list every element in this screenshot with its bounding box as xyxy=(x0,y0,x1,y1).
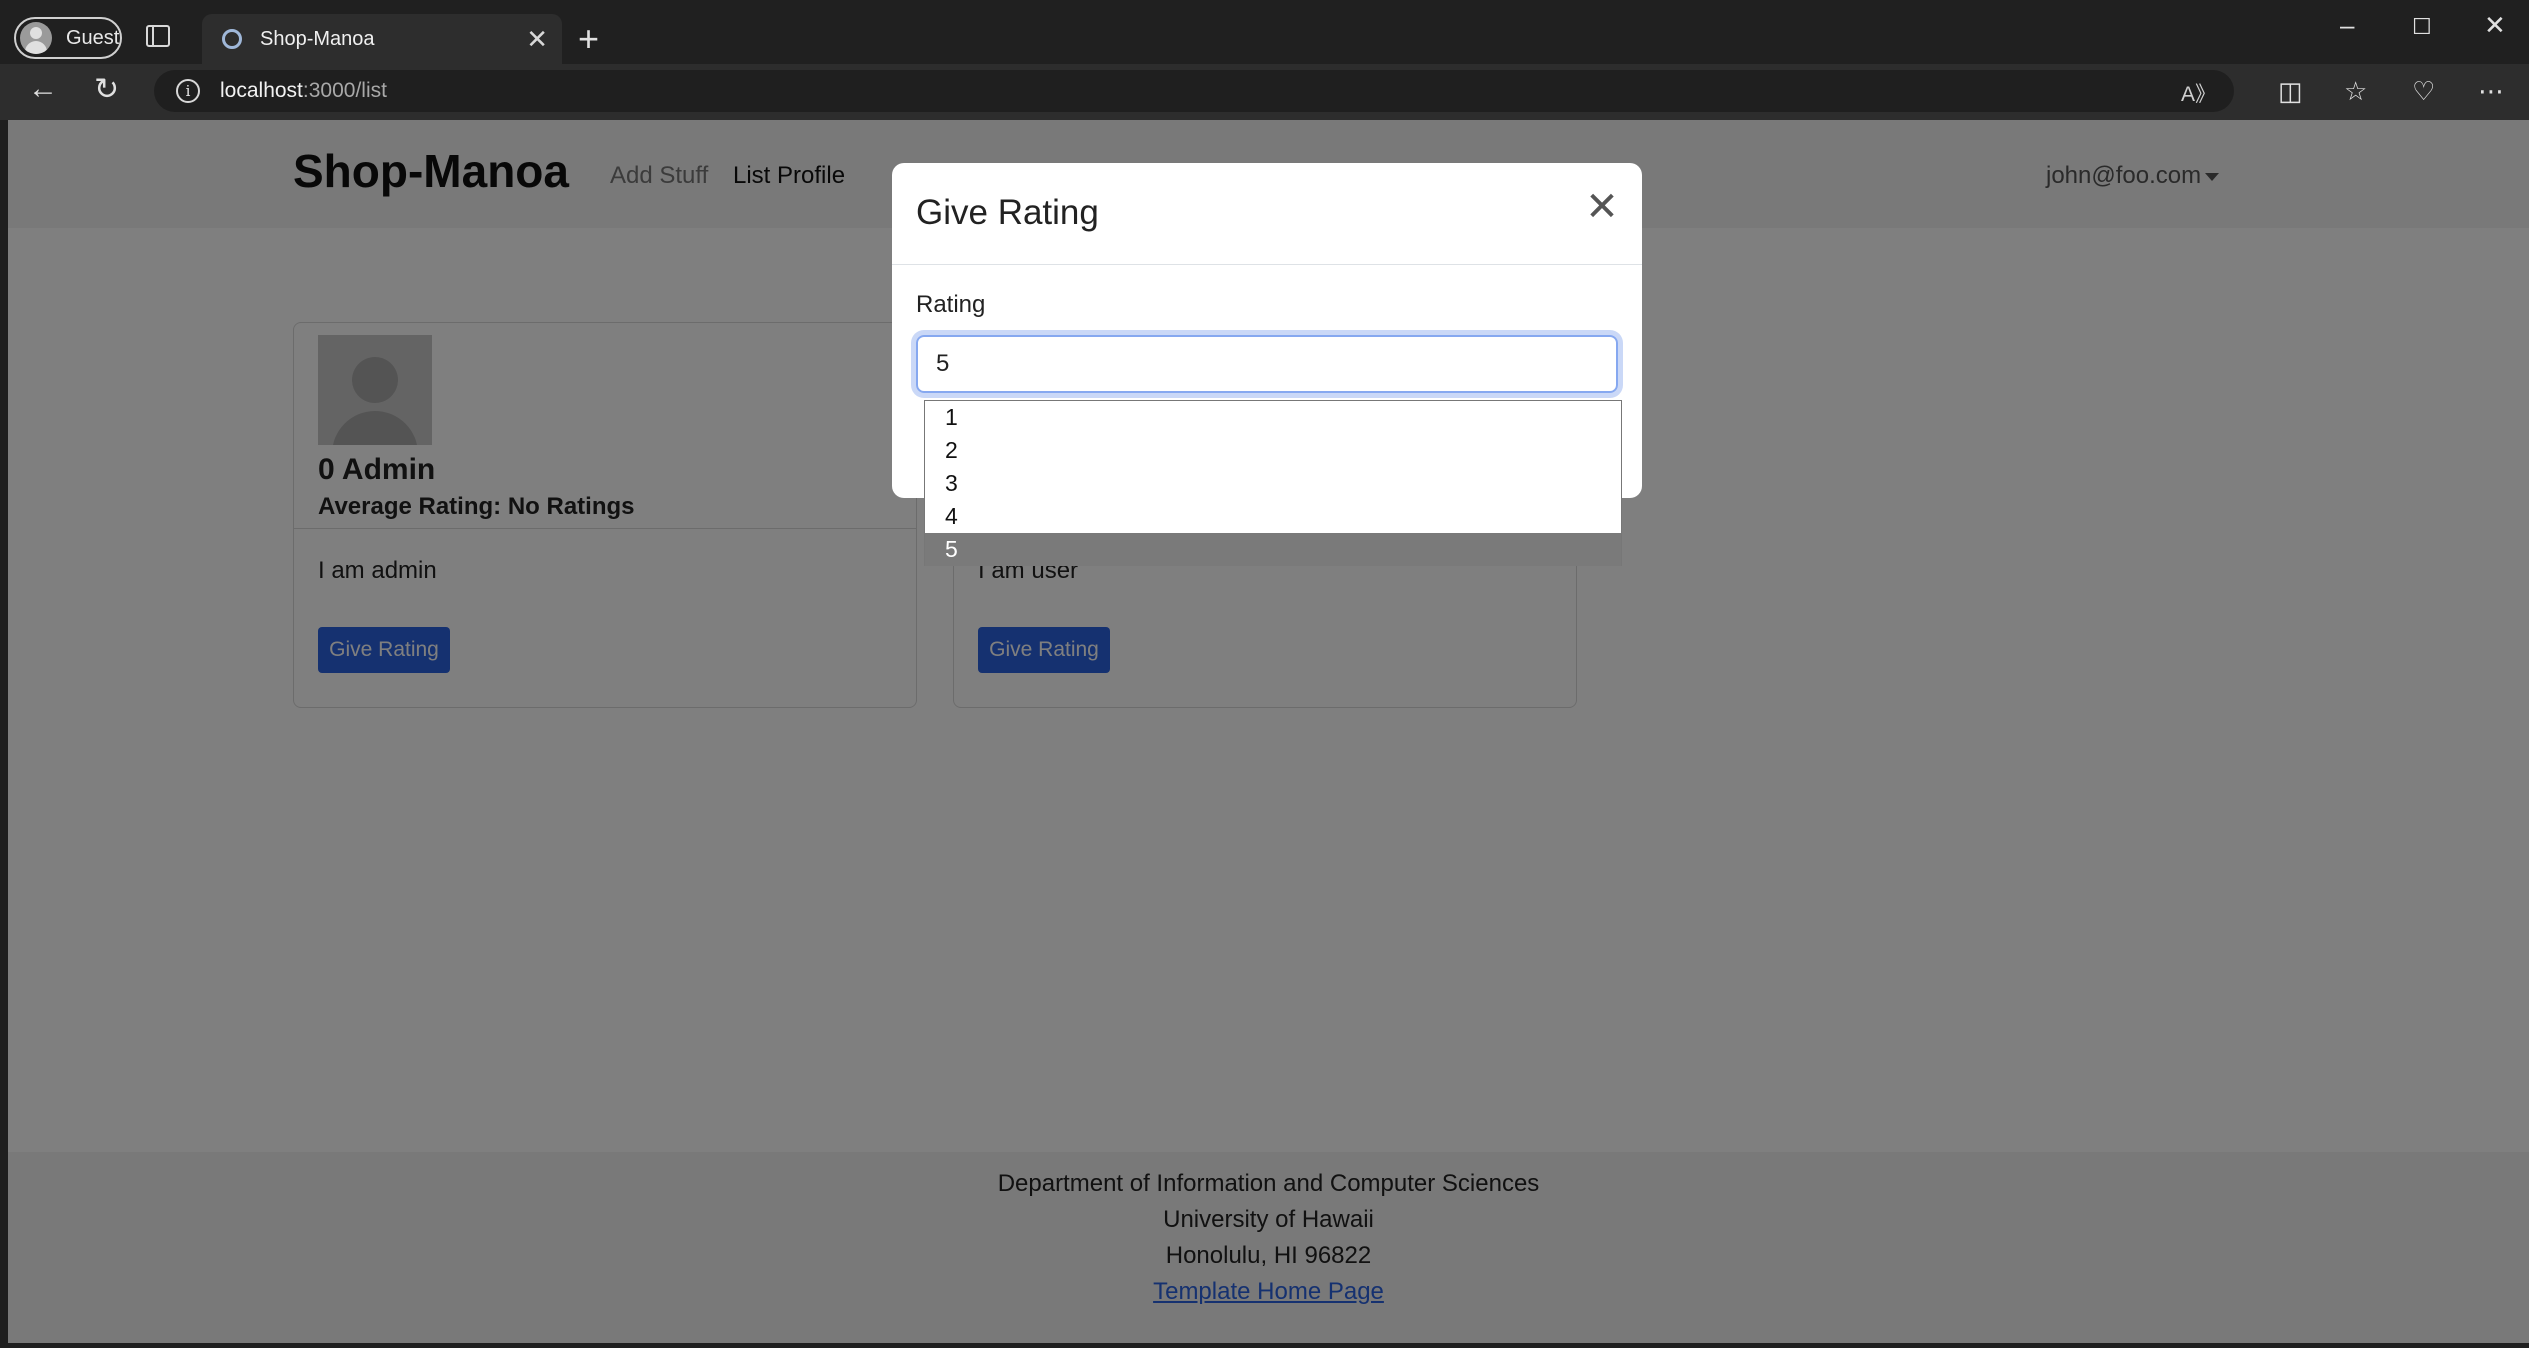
rating-option[interactable]: 1 xyxy=(925,401,1621,434)
favicon-icon xyxy=(222,29,242,49)
read-aloud-icon[interactable]: A》 xyxy=(2181,78,2216,108)
new-tab-icon[interactable]: + xyxy=(578,18,599,60)
split-screen-icon[interactable]: ◫ xyxy=(2278,76,2303,107)
profile-avatar-icon xyxy=(20,22,52,54)
page-viewport: Shop-Manoa Add Stuff List Profile john@f… xyxy=(8,120,2529,1343)
rating-option[interactable]: 2 xyxy=(925,434,1621,467)
rating-select[interactable]: 5 xyxy=(916,335,1618,393)
favorites-icon[interactable]: ☆ xyxy=(2344,76,2367,107)
url-field[interactable]: i localhost:3000/list A》 xyxy=(154,70,2234,112)
close-icon[interactable]: ✕ xyxy=(1580,187,1624,231)
profile-label: Guest xyxy=(66,26,120,49)
rating-option-selected[interactable]: 5 xyxy=(925,533,1621,566)
window-close-icon[interactable]: ✕ xyxy=(2484,10,2506,41)
address-bar: ← ↻ i localhost:3000/list A》 ◫ ☆ ♡ ⋯ xyxy=(0,64,2529,120)
rating-label: Rating xyxy=(916,291,986,318)
back-icon[interactable]: ← xyxy=(28,72,58,106)
more-menu-icon[interactable]: ⋯ xyxy=(2478,76,2504,107)
refresh-icon[interactable]: ↻ xyxy=(94,72,119,107)
url-host: localhost xyxy=(220,79,303,102)
profile-button[interactable]: Guest xyxy=(14,17,122,59)
tab-actions-icon[interactable] xyxy=(146,25,170,47)
rating-option[interactable]: 4 xyxy=(925,500,1621,533)
rating-option[interactable]: 3 xyxy=(925,467,1621,500)
browser-essentials-icon[interactable]: ♡ xyxy=(2412,76,2435,107)
rating-options-list: 1 2 3 4 5 xyxy=(924,400,1622,566)
site-info-icon[interactable]: i xyxy=(176,79,200,103)
browser-tab-bar: Guest Shop-Manoa ✕ + – ☐ ✕ xyxy=(0,0,2529,64)
maximize-icon[interactable]: ☐ xyxy=(2412,14,2432,40)
minimize-icon[interactable]: – xyxy=(2340,10,2354,41)
tab-close-icon[interactable]: ✕ xyxy=(526,24,548,55)
modal-title: Give Rating xyxy=(916,193,1099,232)
tab-title: Shop-Manoa xyxy=(260,27,375,50)
modal-header: Give Rating ✕ xyxy=(892,163,1642,265)
tab-shop-manoa[interactable]: Shop-Manoa ✕ xyxy=(202,14,562,64)
url-path: :3000/list xyxy=(302,79,387,102)
